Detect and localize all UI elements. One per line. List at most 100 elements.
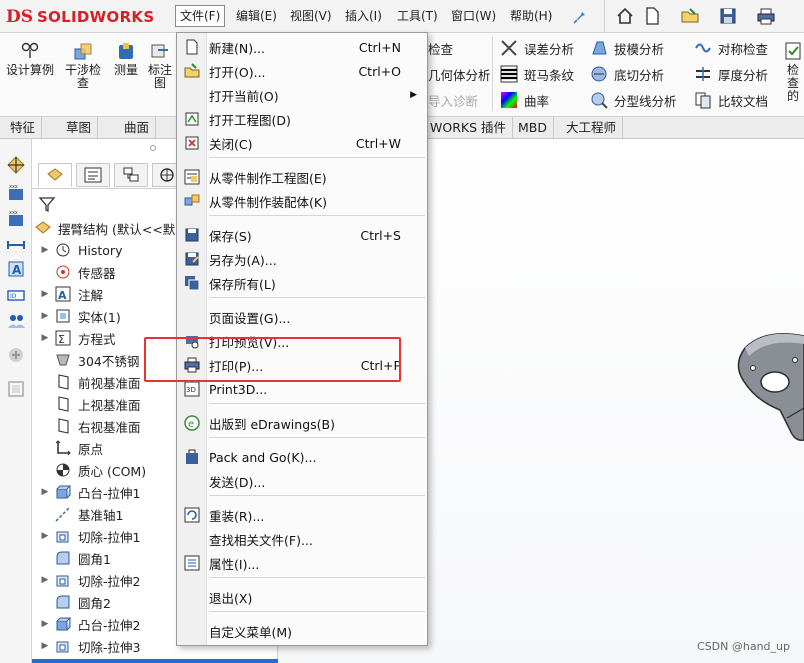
- save-icon: [185, 228, 199, 242]
- tree-root[interactable]: 摆臂结构 (默认<<默: [34, 217, 175, 239]
- tree-item[interactable]: 圆角1: [40, 547, 111, 569]
- tab-mbd[interactable]: MBD: [512, 117, 554, 139]
- display-id-icon[interactable]: ID: [6, 285, 26, 305]
- tree-item[interactable]: ▶ 凸台-拉伸2: [40, 613, 140, 635]
- check-active-doc-button[interactable]: 检查的: [782, 41, 804, 103]
- measure-button[interactable]: 测量: [110, 41, 142, 77]
- tree-item[interactable]: ▶ 切除-拉伸3: [40, 635, 141, 657]
- tab-dimxpert[interactable]: [152, 163, 178, 187]
- tree-item[interactable]: 上视基准面: [40, 393, 141, 415]
- expand-arrow-icon[interactable]: ▶: [40, 575, 50, 585]
- save-icon[interactable]: [718, 6, 738, 26]
- thickness-analysis-button[interactable]: 厚度分析: [694, 63, 768, 85]
- tree-item[interactable]: ▶ Σ 方程式: [40, 327, 116, 349]
- layout-icon[interactable]: [6, 379, 26, 399]
- file-menu-item[interactable]: e 出版到 eDrawings(B): [177, 412, 427, 434]
- tab-dagongchengshi[interactable]: 大工程师: [560, 117, 624, 139]
- expand-arrow-icon[interactable]: ▶: [40, 333, 50, 343]
- expand-arrow-icon[interactable]: ▶: [40, 619, 50, 629]
- tree-item[interactable]: 传感器: [40, 261, 116, 283]
- tree-item[interactable]: 基准轴1: [40, 503, 123, 525]
- expand-arrow-icon[interactable]: ▶: [40, 245, 50, 255]
- expand-arrow-icon[interactable]: ▶: [40, 641, 50, 651]
- tree-item[interactable]: ▶ History: [40, 239, 123, 261]
- menu-window[interactable]: 窗口(W): [447, 5, 500, 27]
- expand-arrow-icon[interactable]: ▶: [40, 531, 50, 541]
- tree-item[interactable]: 前视基准面: [40, 371, 141, 393]
- save-as-icon: [185, 252, 199, 266]
- tree-item[interactable]: ▶ 切除-拉伸1: [40, 525, 141, 547]
- file-menu-item[interactable]: Pack and Go(K)...: [177, 446, 427, 468]
- file-menu-item[interactable]: 另存为(A)...: [177, 248, 427, 270]
- file-menu-item[interactable]: 属性(I)...: [177, 552, 427, 574]
- compare-documents-button[interactable]: 比较文档: [694, 89, 768, 111]
- tree-item[interactable]: ▶ A 注解: [40, 283, 103, 305]
- file-menu-item[interactable]: 发送(D)...: [177, 470, 427, 492]
- draft-analysis-button[interactable]: 拔模分析: [590, 37, 664, 59]
- text-icon[interactable]: A: [6, 259, 26, 279]
- solidworks-window: DS SOLIDWORKS 文件(F) 编辑(E) 视图(V) 插入(I) 工具…: [0, 0, 804, 663]
- design-study-button[interactable]: 设计算例: [6, 41, 54, 77]
- file-menu-item[interactable]: 保存(S) Ctrl+S: [177, 224, 427, 246]
- file-menu-item[interactable]: 保存所有(L): [177, 272, 427, 294]
- file-menu-item[interactable]: 从零件制作工程图(E): [177, 166, 427, 188]
- tree-item[interactable]: ▶ 凸台-拉伸1: [40, 481, 140, 503]
- tab-features[interactable]: 特征: [4, 117, 43, 139]
- file-menu-item[interactable]: 打开工程图(D): [177, 108, 427, 130]
- tab-property-manager[interactable]: [76, 163, 110, 187]
- zebra-stripes-button[interactable]: 斑马条纹: [500, 63, 574, 85]
- file-menu-item[interactable]: 查找相关文件(F)...: [177, 528, 427, 550]
- file-menu-item[interactable]: 退出(X): [177, 586, 427, 608]
- parting-line-analysis-button[interactable]: 分型线分析: [590, 89, 677, 111]
- open-folder-icon[interactable]: [680, 6, 700, 26]
- annotation-button[interactable]: 标注图: [144, 41, 176, 90]
- tree-item[interactable]: 圆角2: [40, 591, 111, 613]
- file-menu-item[interactable]: 关闭(C) Ctrl+W: [177, 132, 427, 154]
- interference-check-button[interactable]: 干涉检查: [60, 41, 106, 90]
- file-menu-item[interactable]: 页面设置(G)...: [177, 306, 427, 328]
- appearance-icon[interactable]: [6, 345, 26, 365]
- panel-handle[interactable]: [150, 145, 156, 151]
- tree-item[interactable]: 原点: [40, 437, 103, 459]
- menu-edit[interactable]: 编辑(E): [232, 5, 281, 27]
- tree-item[interactable]: ▶ 切除-拉伸2: [40, 569, 141, 591]
- tree-item[interactable]: ▶ 实体(1): [40, 305, 121, 327]
- tab-addins[interactable]: WORKS 插件: [424, 117, 513, 139]
- tab-surfaces[interactable]: 曲面: [118, 117, 157, 139]
- tree-item[interactable]: 304不锈钢: [40, 349, 139, 371]
- part-model[interactable]: [735, 330, 804, 450]
- new-document-icon[interactable]: [642, 6, 662, 26]
- file-menu-item[interactable]: 打开当前(O) ▶: [177, 84, 427, 106]
- symmetry-check-button[interactable]: 对称检查: [694, 37, 768, 59]
- menu-insert[interactable]: 插入(I): [341, 5, 386, 27]
- curvature-button[interactable]: 曲率: [500, 89, 549, 111]
- tab-feature-tree[interactable]: [38, 163, 72, 187]
- expand-arrow-icon[interactable]: ▶: [40, 487, 50, 497]
- print-icon[interactable]: [756, 6, 776, 26]
- tree-item[interactable]: 质心 (COM): [40, 459, 146, 481]
- menu-help[interactable]: 帮助(H): [506, 5, 556, 27]
- tree-item[interactable]: 右视基准面: [40, 415, 141, 437]
- file-menu-item[interactable]: 打开(O)... Ctrl+O: [177, 60, 427, 82]
- view-orient-icon[interactable]: [6, 155, 26, 175]
- home-icon[interactable]: [615, 6, 635, 26]
- menu-view[interactable]: 视图(V): [286, 5, 336, 27]
- expand-arrow-icon[interactable]: ▶: [40, 311, 50, 321]
- deviation-analysis-button[interactable]: 误差分析: [500, 37, 574, 59]
- pin-icon[interactable]: [571, 6, 591, 26]
- point-icon[interactable]: xxx: [6, 183, 26, 203]
- menu-tools[interactable]: 工具(T): [393, 5, 442, 27]
- file-menu-item[interactable]: 自定义菜单(M): [177, 620, 427, 642]
- users-icon[interactable]: [6, 311, 26, 331]
- expand-arrow-icon[interactable]: ▶: [40, 289, 50, 299]
- file-menu-item[interactable]: 新建(N)... Ctrl+N: [177, 36, 427, 58]
- file-menu-item[interactable]: 重装(R)...: [177, 504, 427, 526]
- undercut-analysis-button[interactable]: 底切分析: [590, 63, 664, 85]
- filter-icon[interactable]: [38, 195, 56, 213]
- dimension-icon[interactable]: [6, 235, 26, 255]
- tab-sketch[interactable]: 草图: [60, 117, 99, 139]
- tab-configuration-manager[interactable]: [114, 163, 148, 187]
- menu-file[interactable]: 文件(F): [175, 5, 226, 27]
- file-menu-item[interactable]: 从零件制作装配体(K): [177, 190, 427, 212]
- coordinate-icon[interactable]: xxx: [6, 209, 26, 229]
